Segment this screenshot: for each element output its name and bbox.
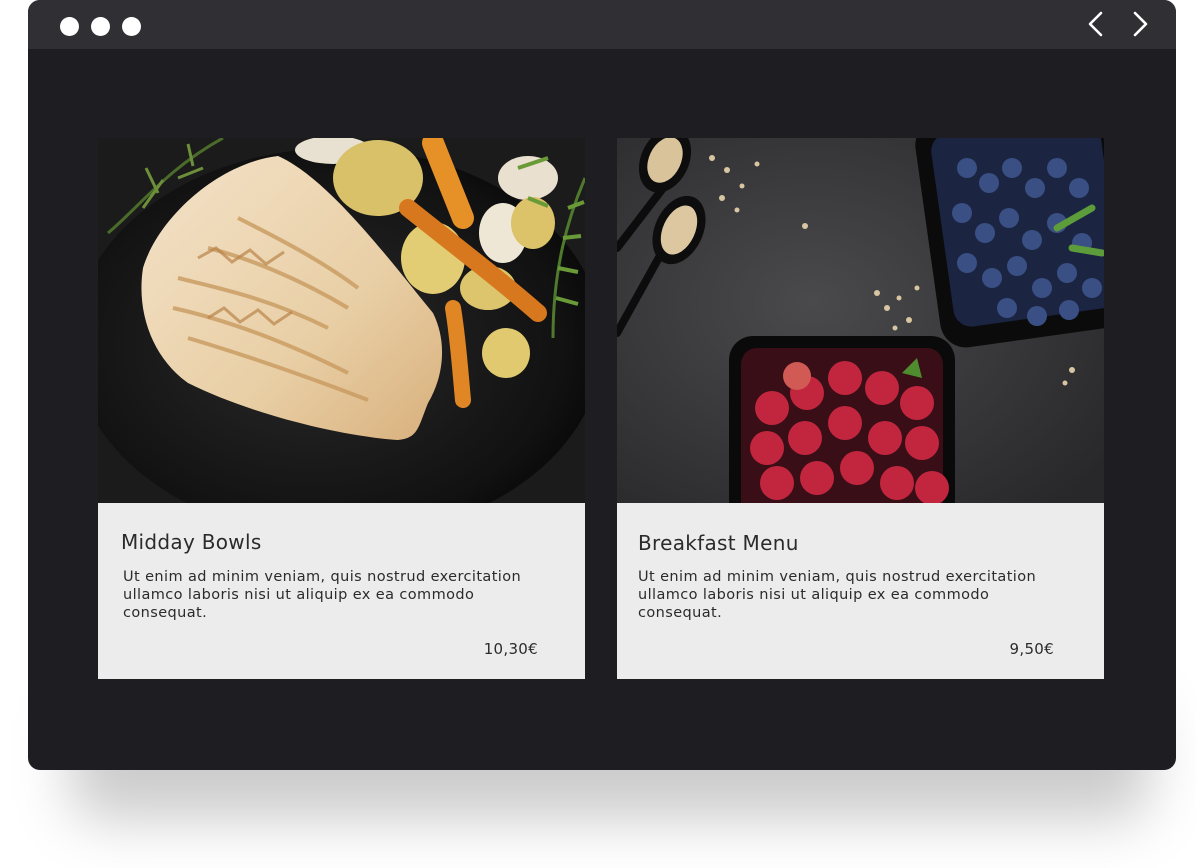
card-description: Ut enim ad minim veniam, quis nostrud ex… xyxy=(638,569,1037,621)
browser-window: Midday Bowls Ut enim ad minim veniam, qu… xyxy=(28,0,1176,770)
window-dot-minimize[interactable] xyxy=(91,17,110,36)
card-image-berries xyxy=(617,138,1104,503)
window-dot-maximize[interactable] xyxy=(122,17,141,36)
window-dot-close[interactable] xyxy=(60,17,79,36)
chevron-left-icon xyxy=(1088,11,1103,37)
next-button[interactable] xyxy=(1124,8,1156,40)
card-title: Midday Bowls xyxy=(121,530,262,554)
menu-card-breakfast-menu[interactable]: Breakfast Menu Ut enim ad minim veniam, … xyxy=(617,138,1104,679)
title-bar xyxy=(28,0,1176,49)
chevron-right-icon xyxy=(1133,11,1148,37)
card-price: 10,30€ xyxy=(483,640,538,658)
card-price: 9,50€ xyxy=(1009,640,1054,658)
menu-card-midday-bowls[interactable]: Midday Bowls Ut enim ad minim veniam, qu… xyxy=(98,138,585,679)
card-title: Breakfast Menu xyxy=(638,531,799,555)
prev-button[interactable] xyxy=(1080,8,1112,40)
card-image-fish xyxy=(98,138,585,503)
card-description: Ut enim ad minim veniam, quis nostrud ex… xyxy=(123,569,522,621)
